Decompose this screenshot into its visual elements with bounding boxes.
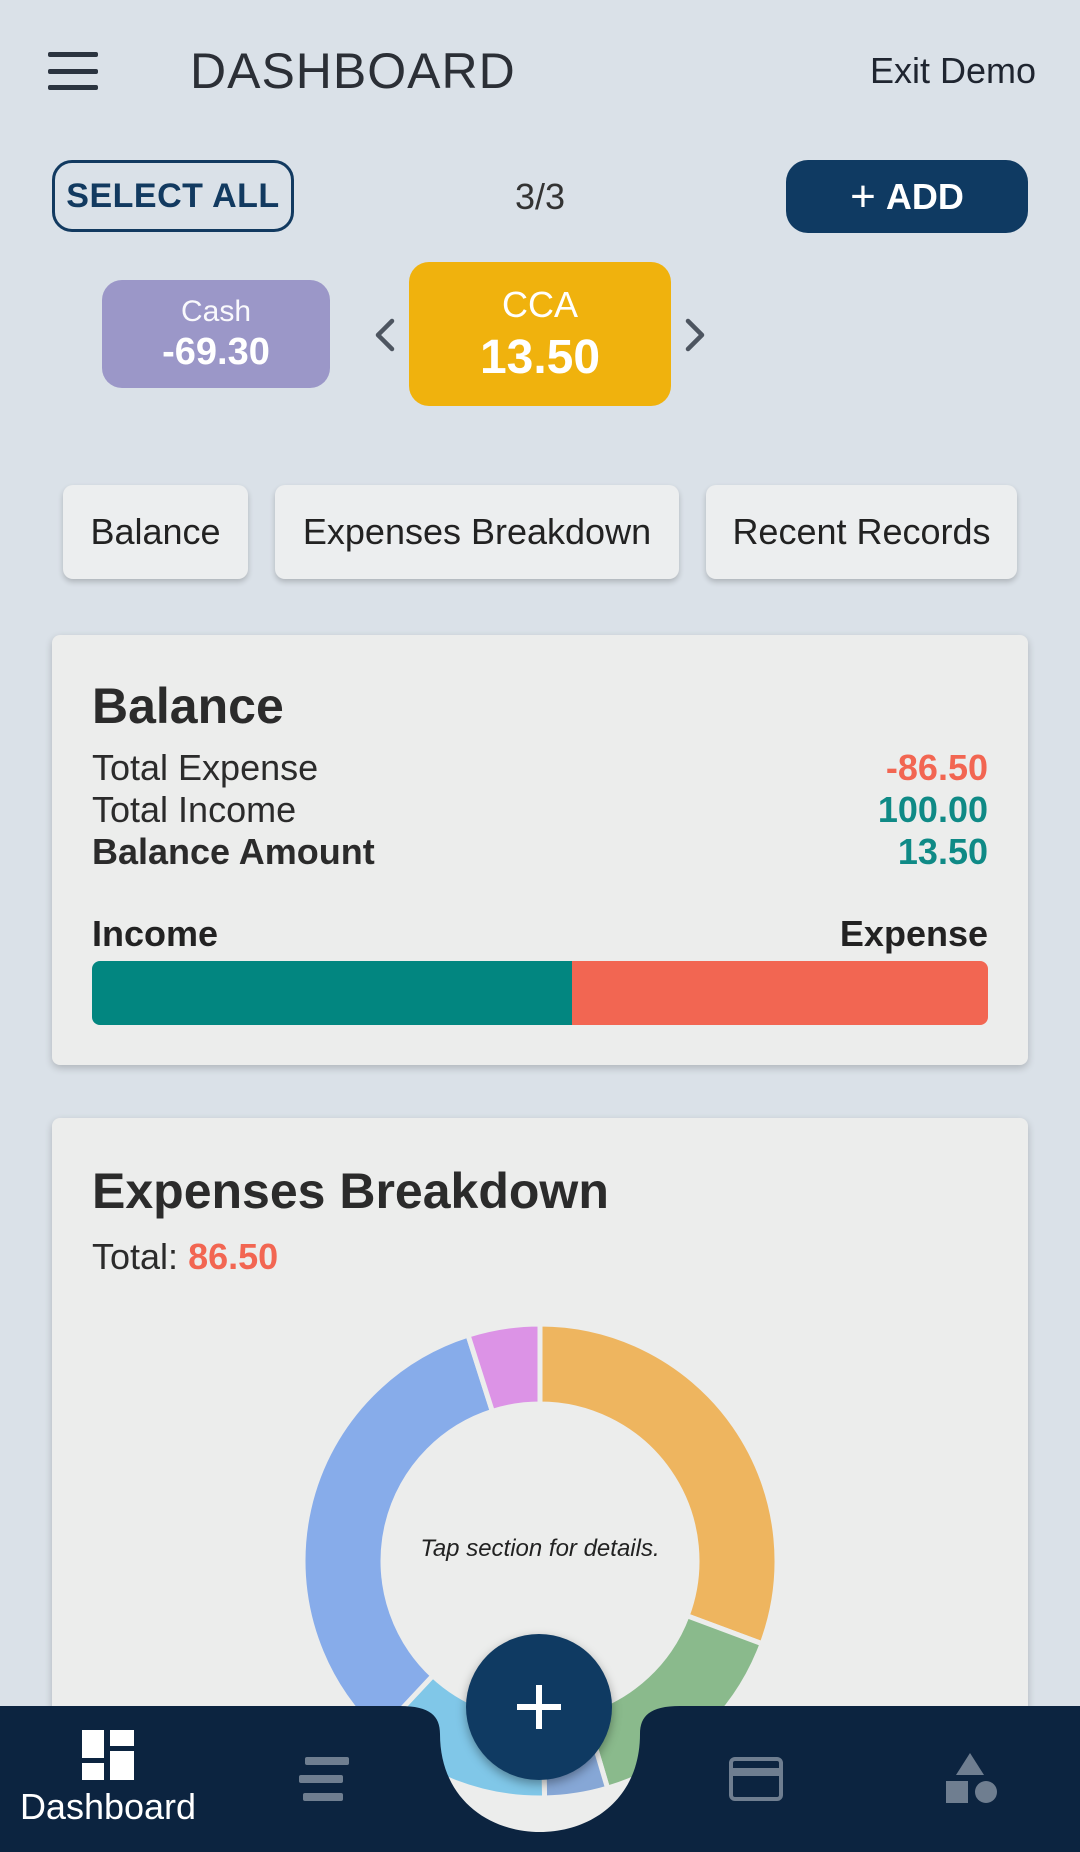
nav-dashboard[interactable]: Dashboard [0, 1706, 216, 1852]
expense-label: Expense [839, 913, 988, 954]
dashboard-icon [82, 1730, 134, 1780]
tab-expenses-breakdown[interactable]: Expenses Breakdown [275, 485, 679, 579]
bar-labels: Income Expense [92, 913, 988, 955]
chevron-right-icon[interactable] [682, 315, 708, 355]
nav-dashboard-label: Dashboard [19, 1786, 197, 1827]
balance-amount-row: Balance Amount 13.50 [92, 831, 988, 873]
chevron-left-icon[interactable] [372, 315, 398, 355]
shapes-icon [946, 1753, 997, 1803]
row-value: -86.50 [885, 747, 988, 788]
balance-card: Balance Total Expense -86.50 Total Incom… [52, 635, 1028, 1065]
income-label: Income [92, 913, 219, 954]
plus-icon: + [850, 171, 876, 221]
row-label: Total Income [92, 789, 297, 830]
income-expense-bar [92, 961, 988, 1025]
nav-categories[interactable] [864, 1706, 1080, 1852]
add-label: ADD [885, 175, 964, 217]
total-expense-row: Total Expense -86.50 [92, 747, 988, 789]
expense-bar-segment [572, 961, 988, 1025]
account-card-cash[interactable]: Cash -69.30 [102, 280, 330, 388]
income-bar-segment [92, 961, 573, 1025]
list-icon [299, 1757, 349, 1801]
plus-icon [517, 1685, 561, 1729]
row-value: 100.00 [877, 789, 988, 830]
tab-balance[interactable]: Balance [63, 485, 248, 579]
account-name: Cash [180, 294, 252, 328]
nav-records[interactable] [216, 1706, 432, 1852]
selected-count: 3/3 [514, 176, 566, 217]
add-record-fab[interactable] [466, 1634, 612, 1780]
row-label: Balance Amount [92, 831, 375, 872]
row-value: 13.50 [897, 831, 988, 872]
hamburger-menu-icon[interactable] [48, 52, 98, 90]
balance-title: Balance [92, 678, 284, 734]
add-account-button[interactable]: + ADD [786, 160, 1028, 233]
total-income-row: Total Income 100.00 [92, 789, 988, 831]
donut-slice-0[interactable] [537, 1321, 780, 1647]
exit-demo-button[interactable]: Exit Demo [870, 50, 1036, 92]
account-balance: 13.50 [479, 330, 601, 384]
row-label: Total Expense [92, 747, 319, 788]
account-balance: -69.30 [162, 330, 270, 373]
account-name: CCA [501, 283, 578, 325]
account-card-cca[interactable]: CCA 13.50 [409, 262, 671, 406]
select-all-button[interactable]: SELECT ALL [52, 160, 294, 232]
page-title: DASHBOARD [190, 43, 516, 99]
donut-center-text: Tap section for details. [420, 1535, 659, 1562]
tab-recent-records[interactable]: Recent Records [706, 485, 1017, 579]
app-header: DASHBOARD Exit Demo [0, 0, 1080, 144]
nav-accounts[interactable] [648, 1706, 864, 1852]
card-icon [729, 1757, 783, 1801]
